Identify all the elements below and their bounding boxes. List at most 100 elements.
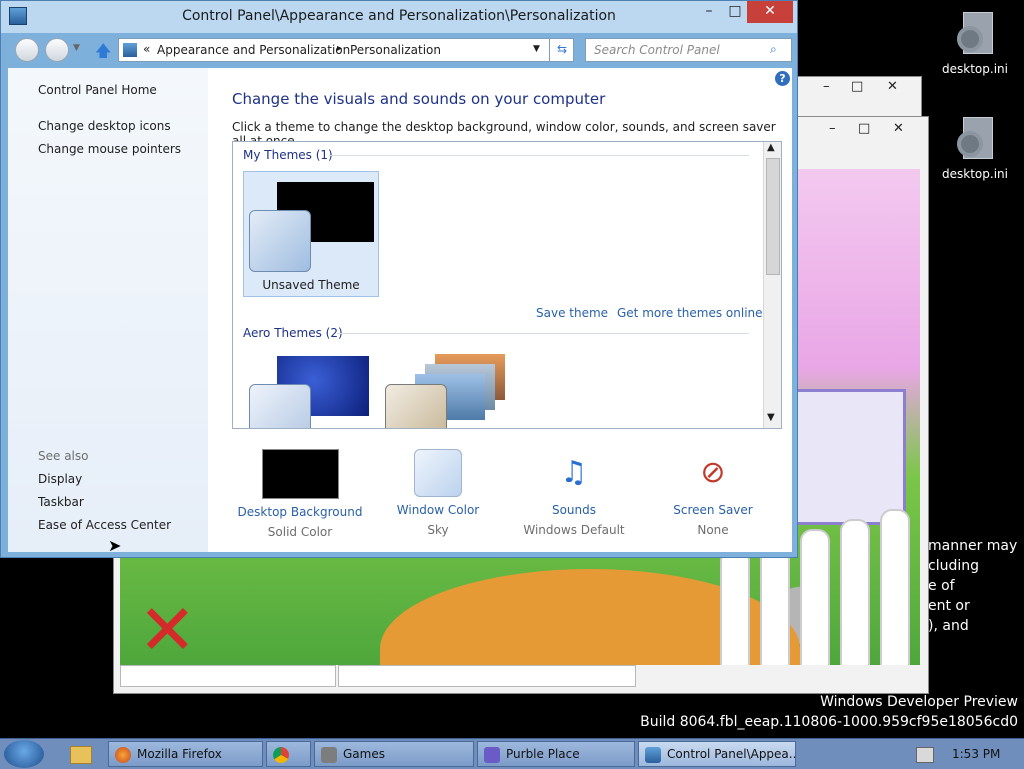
maximize-icon[interactable]: □ [851,79,863,94]
address-overflow-icon[interactable]: « [143,42,150,56]
my-themes-group-label: My Themes (1) [243,148,333,162]
desktop-background-item[interactable]: Desktop Background Solid Color [235,449,365,539]
search-placeholder: Search Control Panel [594,43,720,57]
red-x-icon: ✕ [138,589,197,665]
theme-tile-aero-landscapes[interactable] [383,354,508,428]
sounds-icon: ♫ [560,455,588,490]
sounds-item[interactable]: ♫ Sounds Windows Default [509,449,639,537]
up-arrow-icon[interactable]: 🡅 [95,40,111,67]
theme-list-scrollbar[interactable]: ▲ ▼ [763,142,781,428]
scroll-thumb[interactable] [766,158,780,275]
get-more-themes-link[interactable]: Get more themes online [617,306,763,320]
taskbar-link[interactable]: Taskbar [38,495,84,509]
change-desktop-icons-link[interactable]: Change desktop icons [38,119,171,133]
theme-preview-window [249,384,311,428]
taskbar-control-panel[interactable]: Control Panel\Appea... [638,741,796,767]
address-dropdown-icon[interactable]: ▼ [533,44,540,54]
background-window-back[interactable]: – □ ✕ [780,76,922,118]
theme-tile-aero-windows[interactable] [247,356,372,428]
maximize-button[interactable]: □ [722,1,748,23]
desktop-background-thumbnail [261,449,339,499]
theme-list[interactable]: My Themes (1) Unsaved Theme Save theme G… [232,141,782,429]
fence-post [720,549,750,665]
refresh-button[interactable]: ⇆ [549,39,574,61]
watermark-line-2: Build 8064.fbl_eeap.110806-1000.959cf95e… [640,714,1018,730]
taskbar-games[interactable]: Games [314,741,474,767]
minimize-button[interactable]: – [696,1,722,23]
system-clock[interactable]: 1:53 PM [952,747,1000,761]
search-input[interactable]: Search Control Panel ⌕ [585,38,792,62]
taskbar-item-label: Mozilla Firefox [137,747,222,761]
screen-saver-link[interactable]: Screen Saver [648,503,778,517]
breadcrumb-appearance[interactable]: Appearance and Personalization [157,43,350,57]
scroll-down-icon[interactable]: ▼ [767,412,775,423]
recent-pages-dropdown-icon[interactable]: ▼ [73,43,80,53]
address-bar[interactable]: « Appearance and Personalization ▸ Perso… [118,38,574,62]
see-also-heading: See also [38,449,89,463]
search-icon[interactable]: ⌕ [770,42,777,57]
group-divider [329,155,749,156]
save-theme-link[interactable]: Save theme [536,306,608,320]
status-field [338,665,636,687]
taskbar-firefox[interactable]: Mozilla Firefox [108,741,263,767]
close-icon[interactable]: ✕ [893,121,904,136]
explorer-icon[interactable] [70,746,92,764]
control-panel-small-icon [123,43,137,57]
firefox-icon [115,747,131,763]
screen-saver-value: None [697,523,729,537]
ease-of-access-link[interactable]: Ease of Access Center [38,518,171,532]
taskbar-chrome[interactable] [266,741,311,767]
navigation-bar: ▼ 🡅 [15,38,115,62]
close-button[interactable]: ✕ [747,1,793,23]
games-icon [321,747,337,763]
maximize-icon[interactable]: □ [858,121,870,136]
start-button[interactable] [4,740,44,768]
scroll-up-icon[interactable]: ▲ [767,142,775,153]
taskbar-item-label: Purble Place [506,747,580,761]
back-button[interactable] [15,38,39,62]
aero-themes-group-label: Aero Themes (2) [243,326,343,340]
mouse-cursor-icon: ➤ [108,536,122,555]
screen-saver-icon: ⊘ [700,455,726,490]
control-panel-window[interactable]: Control Panel\Appearance and Personaliza… [0,0,798,558]
help-icon[interactable]: ? [775,71,790,86]
settings-file-icon [955,12,995,58]
minimize-icon[interactable]: – [823,79,830,94]
theme-tile-unsaved[interactable]: Unsaved Theme [243,171,379,297]
change-mouse-pointers-link[interactable]: Change mouse pointers [38,142,181,156]
taskbar: Mozilla Firefox Games Purble Place Contr… [0,738,1024,769]
taskbar-purble-place[interactable]: Purble Place [477,741,635,767]
sounds-link[interactable]: Sounds [509,503,639,517]
window-color-swatch [414,449,462,497]
desktop-background-link[interactable]: Desktop Background [235,505,365,519]
chrome-icon [273,747,289,763]
window-color-item[interactable]: Window Color Sky [373,449,503,537]
control-panel-home-link[interactable]: Control Panel Home [38,83,157,97]
breadcrumb-personalization[interactable]: Personalization [350,43,441,57]
sounds-value: Windows Default [523,523,625,537]
group-divider [337,333,749,334]
window-color-value: Sky [427,523,449,537]
action-center-icon[interactable] [916,747,934,763]
window-color-link[interactable]: Window Color [373,503,503,517]
fence-post [800,529,830,665]
build-watermark: Windows Developer Preview Build 8064.fbl… [640,694,1018,730]
forward-button[interactable] [45,38,69,62]
title-bar[interactable]: Control Panel\Appearance and Personaliza… [1,1,797,33]
fence-post [880,509,910,665]
purble-place-icon [484,747,500,763]
breadcrumb-separator-icon[interactable]: ▸ [337,43,342,54]
display-link[interactable]: Display [38,472,82,486]
desktop-icon-ini-1[interactable]: desktop.ini [935,12,1015,76]
status-field [120,665,336,687]
taskbar-item-label: Games [343,747,385,761]
settings-file-icon [955,117,995,163]
desktop-icon-ini-2[interactable]: desktop.ini [935,117,1015,181]
desktop-icon-label: desktop.ini [942,62,1008,76]
desktop-background-value: Solid Color [267,525,333,539]
screen-saver-item[interactable]: ⊘ Screen Saver None [648,449,778,537]
close-icon[interactable]: ✕ [887,79,898,94]
content-area: Control Panel Home Change desktop icons … [8,68,792,555]
minimize-icon[interactable]: – [829,121,836,136]
background-text: manner may cluding e of ent or ), and [928,538,1018,634]
